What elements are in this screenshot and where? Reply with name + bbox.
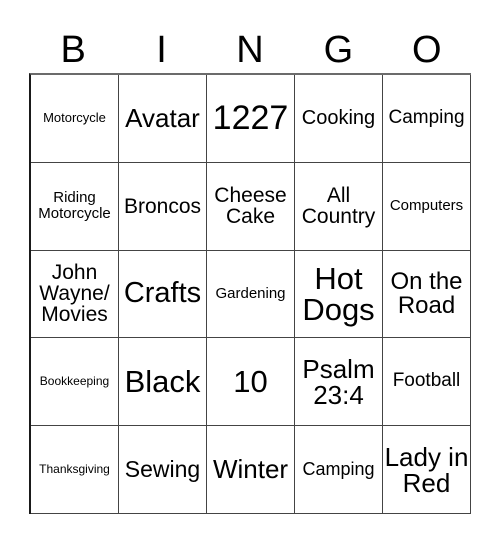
bingo-cell[interactable]: Riding Motorcycle (31, 162, 119, 251)
bingo-cell[interactable]: Computers (383, 162, 471, 251)
bingo-cell[interactable]: Motorcycle (31, 75, 119, 163)
bingo-cell[interactable]: Psalm 23:4 (295, 338, 383, 427)
bingo-cell[interactable]: John Wayne/ Movies (31, 250, 119, 339)
bingo-cell[interactable]: Gardening (207, 250, 295, 339)
bingo-cell[interactable]: Black (119, 338, 207, 427)
bingo-cell[interactable]: Avatar (119, 75, 207, 163)
bingo-cell[interactable]: 1227 (207, 75, 295, 163)
bingo-card-grid: Motorcycle Avatar 1227 Cooking Camping R… (29, 73, 471, 514)
bingo-cell[interactable]: Cooking (295, 75, 383, 163)
header-letter-i: I (156, 29, 167, 71)
header-letter-g: G (323, 29, 354, 71)
bingo-cell[interactable]: Football (383, 338, 471, 427)
bingo-cell[interactable]: Cheese Cake (207, 162, 295, 251)
bingo-cell[interactable]: On the Road (383, 250, 471, 339)
header-letter-n: N (236, 29, 264, 71)
bingo-cell[interactable]: Lady in Red (383, 426, 471, 514)
header-letter-b: B (60, 29, 86, 71)
bingo-cell[interactable]: Bookkeeping (31, 338, 119, 427)
bingo-cell[interactable]: Hot Dogs (295, 250, 383, 339)
bingo-cell[interactable]: Sewing (119, 426, 207, 514)
bingo-cell[interactable]: Thanksgiving (31, 426, 119, 514)
bingo-cell[interactable]: Camping (295, 426, 383, 514)
bingo-header: B I N G O (29, 28, 471, 72)
header-letter-o: O (411, 29, 442, 71)
bingo-cell[interactable]: Winter (207, 426, 295, 514)
bingo-cell[interactable]: Crafts (119, 250, 207, 339)
bingo-cell[interactable]: All Country (295, 162, 383, 251)
bingo-cell[interactable]: 10 (207, 338, 295, 427)
bingo-cell[interactable]: Broncos (119, 162, 207, 251)
bingo-cell[interactable]: Camping (383, 75, 471, 163)
